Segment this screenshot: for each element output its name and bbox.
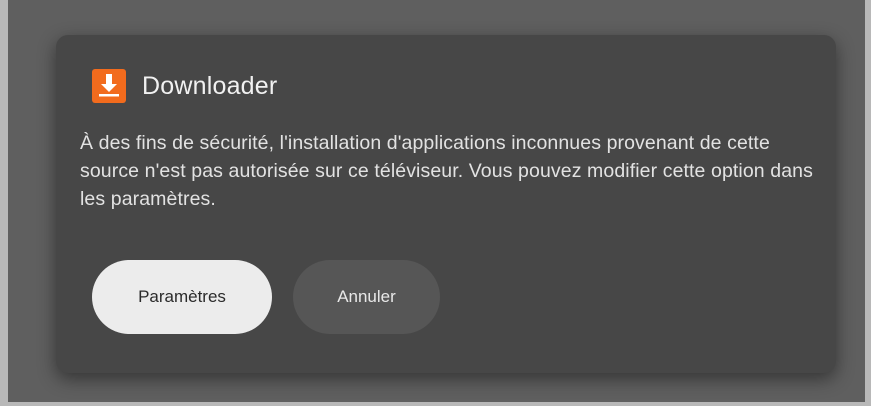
- screen-frame-bottom: [0, 402, 871, 406]
- downloader-app-icon: [92, 69, 126, 103]
- cancel-button[interactable]: Annuler: [293, 260, 440, 334]
- screen-frame-left: [0, 0, 8, 406]
- dialog-message: À des fins de sécurité, l'installation d…: [80, 132, 813, 210]
- settings-button[interactable]: Paramètres: [92, 260, 272, 334]
- screen-frame-right: [865, 0, 871, 406]
- dialog-title: Downloader: [142, 71, 278, 100]
- security-warning-dialog: Downloader À des fins de sécurité, l'ins…: [56, 35, 836, 373]
- dialog-header: Downloader: [92, 69, 277, 103]
